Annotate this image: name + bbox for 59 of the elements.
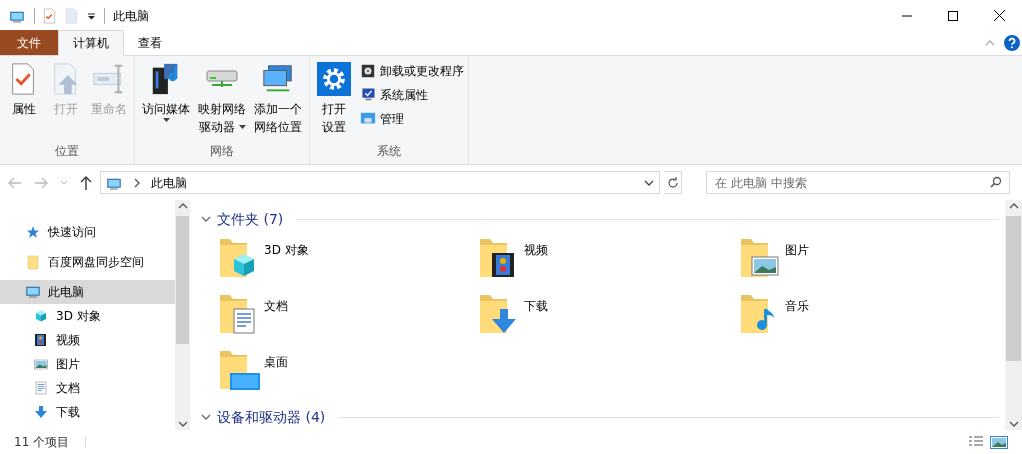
ribbon-tab[interactable]: 计算机 <box>58 30 124 56</box>
folder-item[interactable]: 图片 <box>738 235 979 291</box>
sidebar-item[interactable]: 视频 <box>0 328 175 352</box>
folder-item[interactable]: 文档 <box>218 291 458 347</box>
address-field[interactable]: 此电脑 <box>100 171 660 194</box>
scroll-thumb[interactable] <box>176 216 189 344</box>
close-icon <box>993 10 1005 21</box>
computer-icon <box>24 283 42 301</box>
group-label: 位置 <box>54 143 80 160</box>
forward-icon[interactable] <box>34 176 48 189</box>
dropdown-icon[interactable] <box>87 11 96 20</box>
group-label: 系统 <box>376 143 402 160</box>
back-icon[interactable] <box>8 176 22 189</box>
sidebar-item[interactable]: 下载 <box>0 400 175 424</box>
sidebar-item[interactable]: 文档 <box>0 376 175 400</box>
folder-item[interactable]: 桌面 <box>218 347 458 403</box>
group-label: 网络 <box>209 143 235 160</box>
folder-item[interactable]: 音乐 <box>738 291 979 347</box>
ribbon-tab[interactable]: 查看 <box>124 30 176 56</box>
sidebar-scrollbar[interactable] <box>175 200 190 430</box>
document-icon <box>32 379 50 397</box>
folder-item[interactable]: 3D 对象 <box>218 235 458 291</box>
sidebar-item[interactable]: 百度网盘同步空间 <box>0 250 175 274</box>
ribbon-button[interactable]: 映射网络 驱动器 <box>195 60 249 136</box>
details-view-icon[interactable] <box>968 436 984 448</box>
sidebar-item[interactable]: 快速访问 <box>0 220 175 244</box>
ribbon-button[interactable]: 打开 设置 <box>314 60 354 136</box>
large-icons-view-icon[interactable] <box>990 435 1008 449</box>
page-icon[interactable] <box>65 7 79 24</box>
search-icon <box>990 176 1002 188</box>
maximize-icon <box>948 10 958 21</box>
content-scrollbar[interactable] <box>1005 200 1022 430</box>
ribbon-button[interactable]: 访问媒体 <box>139 60 193 122</box>
folder-item[interactable]: 视频 <box>478 235 719 291</box>
ribbon-small-button[interactable]: 系统属性 <box>360 84 464 106</box>
section-header: 设备和驱动器 (4) <box>217 407 326 427</box>
item-count: 11 个项目 <box>14 434 70 451</box>
help-icon[interactable] <box>1004 35 1020 51</box>
sidebar-item[interactable]: 图片 <box>0 352 175 376</box>
settings-icon <box>317 62 351 96</box>
refresh-icon <box>666 176 679 189</box>
search-field[interactable]: 在 此电脑 中搜索 <box>706 171 1010 194</box>
window-title: 此电脑 <box>113 7 149 25</box>
drive-icon <box>205 69 239 89</box>
ribbon-small-button[interactable]: 卸载或更改程序 <box>360 60 464 82</box>
ribbon-small-button[interactable]: 管理 <box>360 108 464 130</box>
refresh-button[interactable] <box>664 171 682 194</box>
section-header: 文件夹 (7) <box>217 209 284 229</box>
ribbon-button[interactable]: 属性 <box>4 60 44 118</box>
checklist-icon[interactable] <box>43 7 57 24</box>
recent-caret-icon[interactable] <box>60 179 68 186</box>
scroll-thumb[interactable] <box>1006 216 1021 361</box>
sidebar-item[interactable]: 此电脑 <box>0 280 175 304</box>
up-icon[interactable] <box>80 175 92 190</box>
file-tab[interactable]: 文件 <box>0 30 58 55</box>
folder-icon <box>24 253 42 271</box>
folder-item[interactable]: 下载 <box>478 291 719 347</box>
ribbon-button[interactable]: 添加一个 网络位置 <box>251 60 305 136</box>
sidebar-item[interactable]: 3D 对象 <box>0 304 175 328</box>
